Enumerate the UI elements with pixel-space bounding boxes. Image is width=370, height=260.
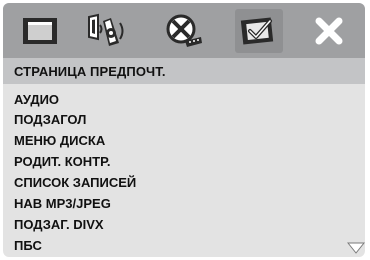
tab-video-setup[interactable] [163,11,207,51]
menu-item-mp3-jpeg-nav[interactable]: НАВ MP3/JPEG [14,194,111,214]
menu-item-playlist[interactable]: СПИСОК ЗАПИСЕЙ [14,173,136,193]
tab-exit[interactable] [307,11,351,51]
menu-item-parental[interactable]: РОДИТ. КОНТР. [14,152,110,172]
menu-item-audio[interactable]: АУДИО [14,90,59,110]
page-title: СТРАНИЦА ПРЕДПОЧТ. [14,64,166,79]
screen-icon [23,18,57,44]
menu-item-disc-menu[interactable]: МЕНЮ ДИСКА [14,131,105,151]
menu-item-subtitle[interactable]: ПОДЗАГОЛ [14,110,86,130]
scroll-down-arrow-icon[interactable] [347,242,365,254]
setup-menu-panel: СТРАНИЦА ПРЕДПОЧТ. АУДИО ПОДЗАГОЛ МЕНЮ Д… [3,3,365,257]
tab-audio-setup[interactable] [85,11,129,51]
menu-item-pbc[interactable]: ПБС [14,236,42,256]
checked-screen-icon [240,17,274,45]
tab-preferences[interactable] [235,9,283,53]
setup-tab-bar [3,3,365,58]
speaker-icon [88,13,124,46]
film-reel-icon [166,14,202,47]
page-header: СТРАНИЦА ПРЕДПОЧТ. [3,58,365,84]
menu-item-divx-subtitle[interactable]: ПОДЗАГ. DIVX [14,215,104,235]
tab-general-setup[interactable] [18,11,62,51]
close-icon [315,17,343,45]
